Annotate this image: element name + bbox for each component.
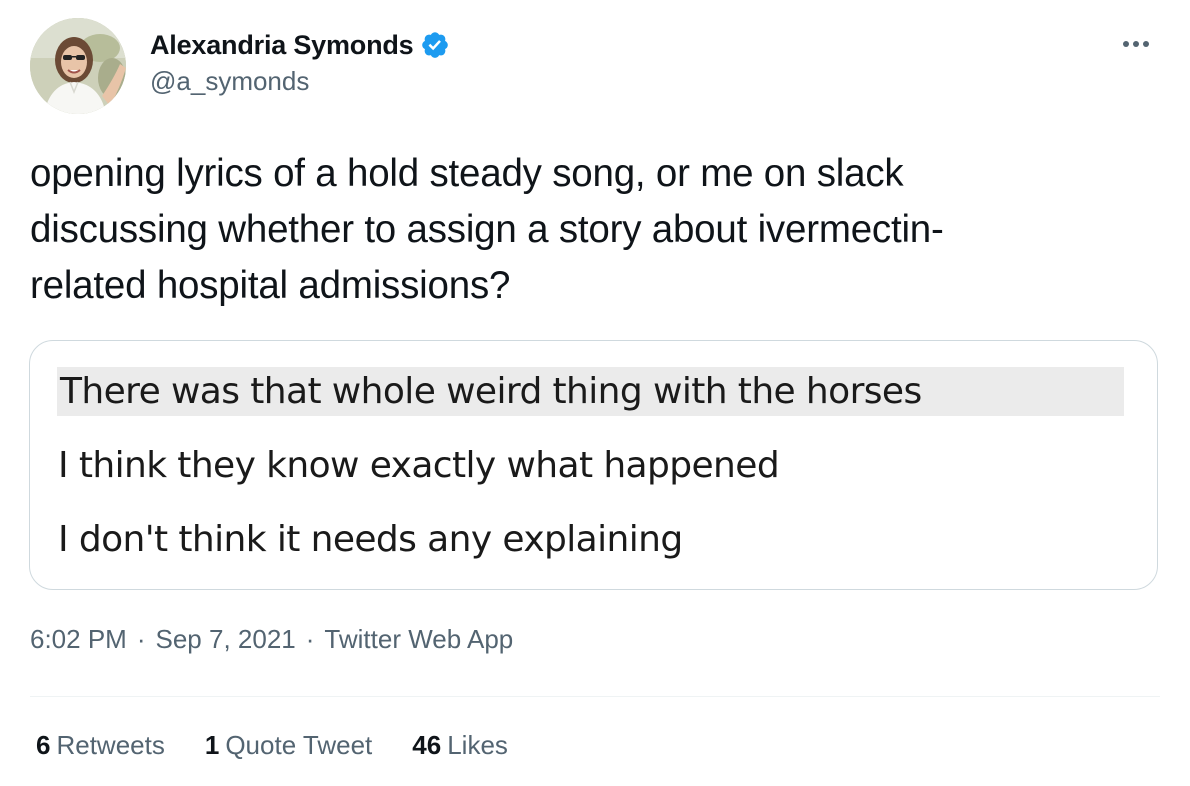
author-display-name[interactable]: Alexandria Symonds bbox=[150, 30, 414, 61]
lyric-line: I think they know exactly what happened bbox=[58, 445, 780, 486]
retweets-count: 6 bbox=[36, 730, 51, 760]
lyric-line: I don't think it needs any explaining bbox=[58, 519, 683, 560]
likes-count: 46 bbox=[412, 730, 442, 760]
retweets-label: Retweets bbox=[56, 730, 165, 760]
divider bbox=[30, 696, 1160, 697]
separator-dot: · bbox=[136, 624, 146, 654]
more-options-icon[interactable] bbox=[1116, 24, 1156, 64]
author-handle[interactable]: @a_symonds bbox=[150, 66, 309, 97]
author-name-row: Alexandria Symonds bbox=[150, 26, 450, 64]
retweets-stat[interactable]: 6 Retweets bbox=[36, 730, 165, 761]
tweet-source[interactable]: Twitter Web App bbox=[324, 624, 513, 655]
tweet-date[interactable]: Sep 7, 2021 bbox=[156, 624, 296, 655]
quote-tweets-label: Quote Tweet bbox=[225, 730, 373, 760]
lyric-line-highlighted: There was that whole weird thing with th… bbox=[57, 367, 1124, 416]
tweet-text: opening lyrics of a hold steady song, or… bbox=[30, 152, 944, 307]
avatar[interactable] bbox=[30, 18, 126, 114]
tweet-metadata: 6:02 PM · Sep 7, 2021 · Twitter Web App bbox=[30, 624, 513, 655]
quote-tweets-stat[interactable]: 1 Quote Tweet bbox=[205, 730, 372, 761]
tweet-time[interactable]: 6:02 PM bbox=[30, 624, 127, 655]
tweet-media-card[interactable]: There was that whole weird thing with th… bbox=[29, 340, 1158, 590]
separator-dot: · bbox=[305, 624, 315, 654]
quote-tweets-count: 1 bbox=[204, 730, 220, 760]
likes-label: Likes bbox=[447, 730, 508, 760]
tweet-stats: 6 Retweets 1 Quote Tweet 46 Likes bbox=[36, 730, 548, 761]
likes-stat[interactable]: 46 Likes bbox=[412, 730, 508, 761]
verified-badge-icon bbox=[420, 30, 450, 60]
avatar-photo bbox=[30, 18, 126, 114]
